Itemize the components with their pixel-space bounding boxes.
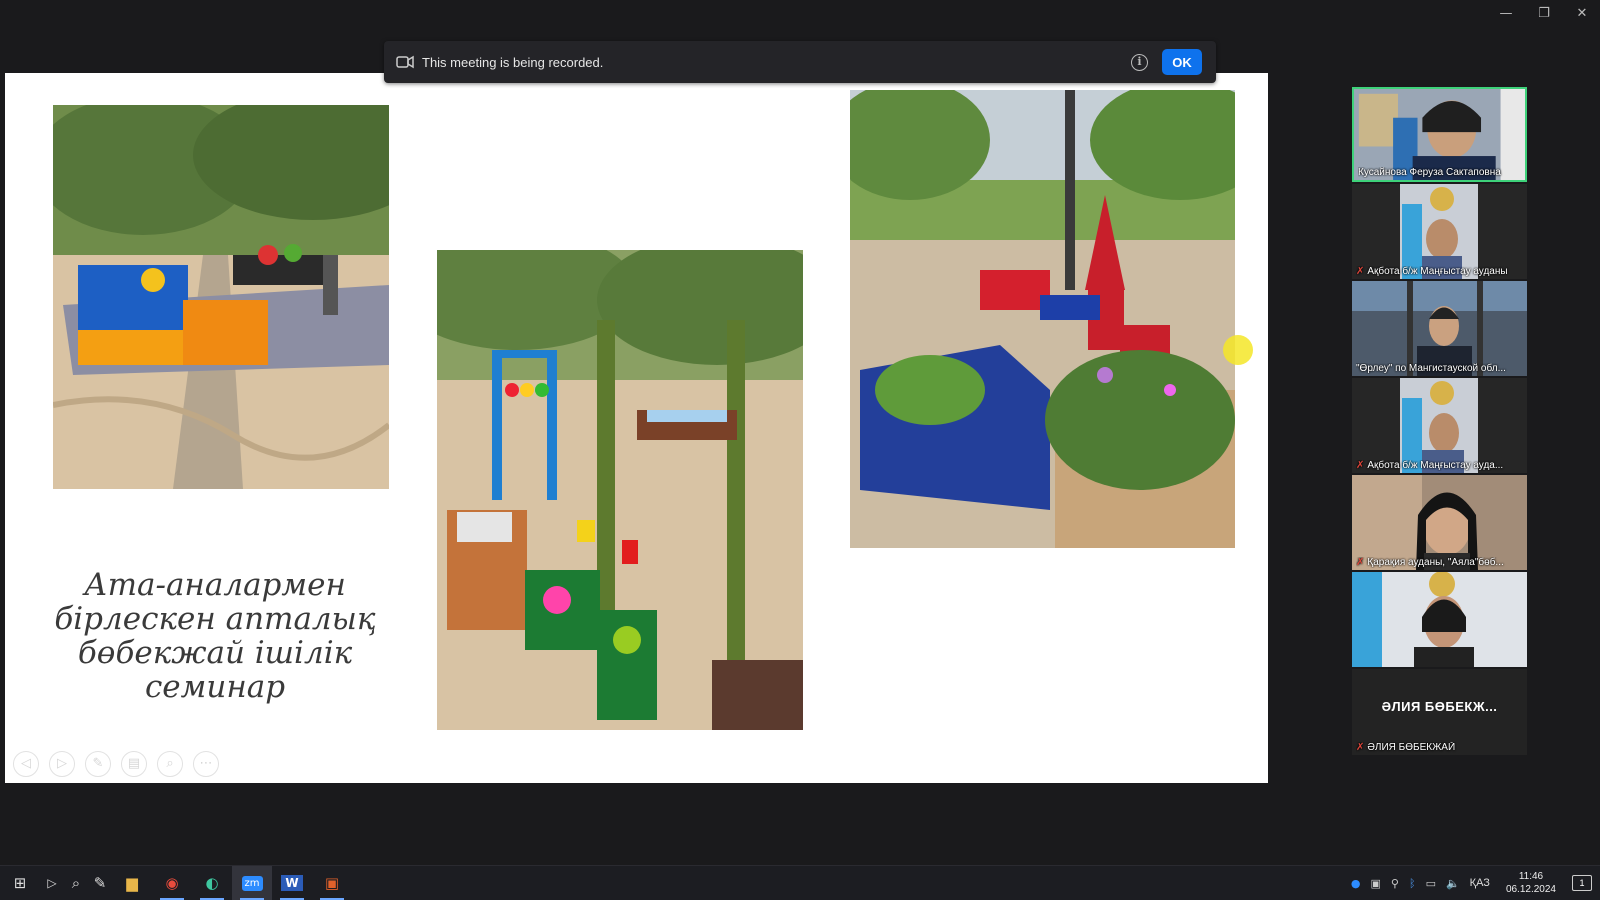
file-explorer-button[interactable]: ▆ <box>112 866 152 900</box>
participant-name-text: Ақбота б/ж Маңғыстау ауда... <box>1367 460 1504 471</box>
zoom-icon[interactable]: ⌕ <box>157 751 183 777</box>
next-slide-icon[interactable]: ▷ <box>49 751 75 777</box>
zoom-button[interactable]: zm <box>232 865 272 900</box>
language-indicator[interactable]: ҚАЗ <box>1470 877 1490 889</box>
minimize-icon[interactable]: — <box>1498 6 1514 22</box>
cursor-highlight <box>1223 335 1253 365</box>
recording-icon <box>396 55 414 69</box>
participant-name-text: Ақбота б/ж Маңғыстау ауданы <box>1367 266 1508 277</box>
slide-title-line: Ата-аналармен <box>84 567 346 603</box>
clock[interactable]: 11:46 06.12.2024 <box>1506 870 1556 896</box>
edge-icon: ◐ <box>205 874 219 892</box>
participant-name: ✗ Қарақия ауданы, "Аяла"бөб... <box>1356 557 1523 568</box>
window-controls: — ❐ ✕ <box>1498 6 1590 22</box>
zoom-tray-icon[interactable]: ● <box>1351 877 1361 890</box>
start-icon: ⊞ <box>13 874 27 892</box>
chrome-button[interactable]: ◉ <box>152 866 192 900</box>
participants-panel: Кусайнова Феруза Сактаповна ✗ Ақбота б/ж … <box>1352 87 1527 757</box>
participant-name: ✗ ӘЛИЯ БӨБЕКЖАЙ <box>1356 742 1523 753</box>
participant-name: Кусайнова Феруза Сактаповна <box>1358 167 1521 178</box>
participant-name-text: Кусайнова Феруза Сактаповна <box>1358 167 1501 178</box>
more-options-icon[interactable]: ⋯ <box>193 751 219 777</box>
slides-grid-icon[interactable]: ▤ <box>121 751 147 777</box>
participant-tile[interactable]: ✗ Ақбота б/ж Маңғыстау ауда... <box>1352 378 1527 473</box>
participant-name: ✗ Ақбота б/ж Маңғыстау ауданы <box>1356 266 1523 277</box>
participant-name: ✗ Ақбота б/ж Маңғыстау ауда... <box>1356 460 1523 471</box>
recording-banner: This meeting is being recorded. i OK <box>384 41 1216 83</box>
slide-toolbar: ◁ ▷ ✎ ▤ ⌕ ⋯ <box>13 751 219 777</box>
participant-tile[interactable]: "Өрлеу" по Мангистауской обл... <box>1352 281 1527 376</box>
taskbar: ⊞ ▷ ⌕ ✎ ▆ ◉ ◐ zm W ▣ ● ▣ ⚲ ᛒ ▭ 🔈 ҚАЗ 11:… <box>0 865 1600 900</box>
network-icon[interactable]: ▭ <box>1426 877 1436 890</box>
participant-name-text: Қарақия ауданы, "Аяла"бөб... <box>1367 557 1504 568</box>
word-icon: W <box>281 875 303 891</box>
ok-button[interactable]: OK <box>1162 49 1202 75</box>
nature-corner-photo <box>53 105 389 489</box>
search-button[interactable]: ⌕ <box>64 866 88 900</box>
slide-title-line: бөбекжай ішілік <box>77 635 353 671</box>
participant-tile[interactable]: ✗ Ақбота б/ж Маңғыстау ауданы <box>1352 184 1527 279</box>
clock-time: 11:46 <box>1518 871 1544 882</box>
participant-name: "Өрлеу" по Мангистауской обл... <box>1356 363 1523 374</box>
powerpoint-icon: ▣ <box>324 874 340 892</box>
outdoor-play-area-photo <box>437 250 803 730</box>
recording-message: This meeting is being recorded. <box>422 54 604 70</box>
bluetooth-icon[interactable]: ᛒ <box>1409 877 1416 890</box>
mute-icon: ✗ <box>1356 742 1365 753</box>
powerpoint-button[interactable]: ▣ <box>312 866 352 900</box>
participant-display-name: ӘЛИЯ БӨБЕКЖ... <box>1381 699 1498 714</box>
pen-tool-icon[interactable]: ✎ <box>85 751 111 777</box>
pen-icon: ✎ <box>93 874 107 892</box>
mute-icon: ✗ <box>1356 460 1365 471</box>
mute-icon: ✗ <box>1356 266 1365 277</box>
word-button[interactable]: W <box>272 866 312 900</box>
system-tray: ● ▣ ⚲ ᛒ ▭ 🔈 ҚАЗ 11:46 06.12.2024 1 <box>1351 870 1600 896</box>
participant-name-text: ӘЛИЯ БӨБЕКЖАЙ <box>1367 742 1456 753</box>
location-icon[interactable]: ⚲ <box>1391 877 1399 890</box>
info-icon[interactable]: i <box>1131 53 1148 71</box>
previous-slide-icon[interactable]: ◁ <box>13 751 39 777</box>
search-icon: ⌕ <box>71 874 81 892</box>
participant-tile[interactable]: Кусайнова Феруза Сактаповна <box>1352 87 1527 182</box>
zoom-icon: zm <box>241 875 263 891</box>
notifications-count: 1 <box>1579 878 1585 888</box>
participant-tile[interactable]: ✗ Қарақия ауданы, "Аяла"бөб... <box>1352 475 1527 570</box>
pen-button[interactable]: ✎ <box>88 866 112 900</box>
participant-name-text: "Өрлеу" по Мангистауской обл... <box>1356 363 1506 374</box>
restore-icon[interactable]: ❐ <box>1536 6 1552 22</box>
garden-bed-photo <box>850 90 1235 548</box>
participant-tile[interactable]: ӘЛИЯ БӨБЕКЖ... ✗ ӘЛИЯ БӨБЕКЖАЙ <box>1352 669 1527 755</box>
clock-date: 06.12.2024 <box>1505 884 1556 895</box>
slide-title-line: семинар <box>144 669 286 705</box>
close-icon[interactable]: ✕ <box>1574 6 1590 22</box>
capture-tray-icon[interactable]: ▣ <box>1370 877 1380 890</box>
chrome-icon: ◉ <box>165 874 179 892</box>
participant-tile[interactable] <box>1352 572 1527 667</box>
edge-button[interactable]: ◐ <box>192 866 232 900</box>
start-button[interactable]: ⊞ <box>0 866 40 900</box>
task-view-button[interactable]: ▷ <box>40 866 64 900</box>
file-explorer-icon: ▆ <box>126 874 138 892</box>
notifications-icon[interactable]: 1 <box>1572 875 1592 891</box>
mute-icon: ✗ <box>1356 557 1365 568</box>
slide-title-line: бірлескен апталық <box>54 601 376 637</box>
slide-title: Ата-аналармен бірлескен апталық бөбекжай… <box>45 568 385 704</box>
volume-icon[interactable]: 🔈 <box>1446 877 1460 890</box>
shared-screen-slide: Ата-аналармен бірлескен апталық бөбекжай… <box>5 73 1268 783</box>
task-view-icon: ▷ <box>47 876 57 890</box>
